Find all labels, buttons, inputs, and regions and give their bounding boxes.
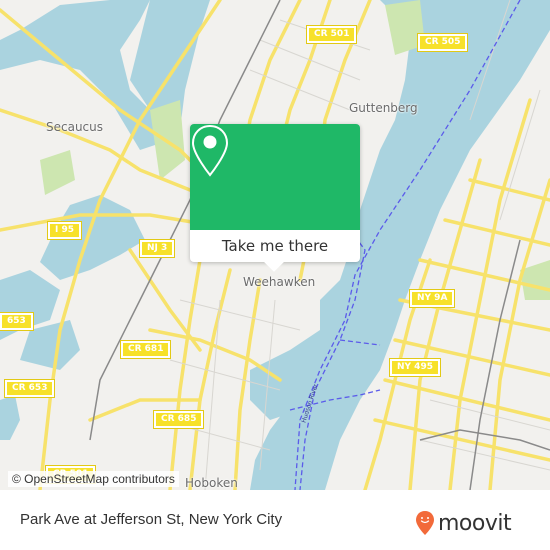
- route-shield-cr681: CR 681: [119, 340, 172, 359]
- place-label-guttenberg: Guttenberg: [349, 101, 418, 115]
- route-shield-cr501: CR 501: [305, 25, 358, 44]
- place-label-secaucus: Secaucus: [46, 120, 104, 134]
- moovit-logo[interactable]: moovit: [415, 508, 512, 538]
- place-label-weehawken: Weehawken: [243, 275, 316, 289]
- destination-popup[interactable]: Take me there: [190, 124, 360, 272]
- route-shield-nj3: NJ 3: [138, 239, 176, 258]
- route-shield-cr505: CR 505: [416, 33, 469, 52]
- sw-water: [0, 395, 20, 440]
- map-view[interactable]: Secaucus Guttenberg Weehawken Hoboken CR…: [0, 0, 550, 490]
- moovit-wordmark: moovit: [438, 510, 512, 536]
- route-shield-cr653: CR 653: [3, 379, 56, 398]
- park: [40, 150, 75, 195]
- route-shield-cr685: CR 685: [152, 410, 205, 429]
- place-label-hoboken: Hoboken: [185, 476, 238, 490]
- location-title: Park Ave at Jefferson St, New York City: [20, 511, 283, 528]
- moovit-pin-icon: [416, 511, 434, 535]
- location-pin-icon: [191, 124, 229, 177]
- route-shield-ny9a: NY 9A: [408, 289, 456, 308]
- popup-header: [190, 124, 360, 230]
- map-attribution[interactable]: © OpenStreetMap contributors: [8, 471, 179, 487]
- route-shield-ny495: NY 495: [389, 358, 441, 377]
- route-shield-cr653-partial: 653: [0, 312, 34, 331]
- route-shield-i95: I 95: [46, 221, 83, 240]
